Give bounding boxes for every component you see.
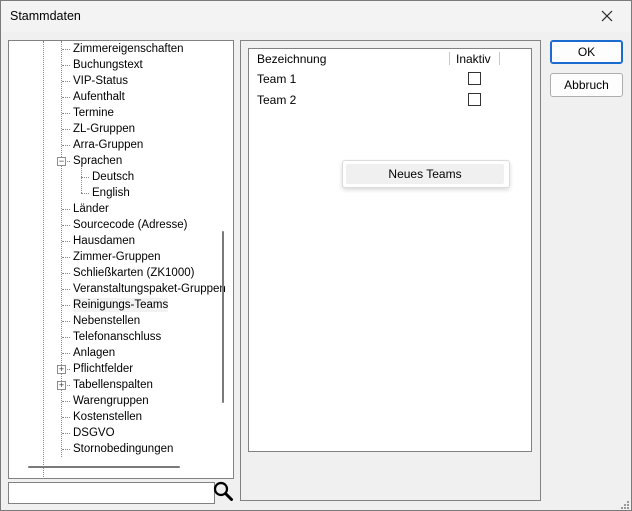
tree-item[interactable]: Länder bbox=[73, 202, 109, 216]
tree-connector-line bbox=[62, 273, 70, 274]
tree-item[interactable]: Deutsch bbox=[92, 170, 134, 184]
tree-item[interactable]: Zimmereigenschaften bbox=[73, 42, 184, 56]
tree-connector-line bbox=[62, 113, 70, 114]
tree-item[interactable]: Sourcecode (Adresse) bbox=[73, 218, 187, 232]
title-bar: Stammdaten bbox=[1, 1, 631, 32]
tree-item[interactable]: Kostenstellen bbox=[73, 410, 142, 424]
window-title: Stammdaten bbox=[10, 9, 81, 23]
tree-item[interactable]: Reinigungs-Teams bbox=[73, 298, 169, 312]
tree-connector-line bbox=[62, 209, 70, 210]
tree-item[interactable]: Sprachen bbox=[73, 154, 122, 168]
tree-connector-line bbox=[62, 241, 70, 242]
column-divider[interactable] bbox=[499, 52, 500, 65]
cancel-button[interactable]: Abbruch bbox=[550, 73, 623, 97]
tree-connector-line bbox=[62, 401, 70, 402]
tree-item[interactable]: Aufenthalt bbox=[73, 90, 125, 104]
tree-connector-line bbox=[62, 449, 70, 450]
search-icon bbox=[213, 481, 233, 501]
expand-icon[interactable]: + bbox=[57, 381, 66, 390]
tree-connector-line bbox=[62, 321, 70, 322]
teams-list[interactable]: Bezeichnung Inaktiv Team 1 Team 2 bbox=[248, 48, 532, 452]
search-button[interactable] bbox=[212, 480, 234, 502]
tree-item[interactable]: Tabellenspalten bbox=[73, 378, 153, 392]
tree-connector-line bbox=[43, 41, 44, 477]
tree-connector-line bbox=[81, 177, 89, 178]
tree-item[interactable]: Telefonanschluss bbox=[73, 330, 161, 344]
column-header-bezeichnung[interactable]: Bezeichnung bbox=[257, 49, 326, 69]
tree-view[interactable]: Zimmereigenschaften Buchungstext VIP-Statu… bbox=[8, 40, 234, 479]
tree-item[interactable]: English bbox=[92, 186, 130, 200]
tree-item[interactable]: Zimmer-Gruppen bbox=[73, 250, 161, 264]
tree-connector-line bbox=[62, 305, 70, 306]
tree-item[interactable]: Buchungstext bbox=[73, 58, 143, 72]
ok-button[interactable]: OK bbox=[550, 40, 623, 64]
tree-connector-line bbox=[61, 41, 62, 457]
tree-connector-line bbox=[62, 97, 70, 98]
tree-connector-line bbox=[62, 65, 70, 66]
tree-item[interactable]: Warengruppen bbox=[73, 394, 149, 408]
tree-connector-line bbox=[81, 193, 89, 194]
search-input[interactable] bbox=[8, 482, 215, 504]
tree-connector-line bbox=[62, 225, 70, 226]
tree-connector-line bbox=[62, 81, 70, 82]
tree-item[interactable]: Veranstaltungspaket-Gruppen bbox=[73, 282, 226, 296]
tree-item[interactable]: Pflichtfelder bbox=[73, 362, 133, 376]
tree-connector-line bbox=[62, 49, 70, 50]
tree-connector-line bbox=[62, 145, 70, 146]
close-icon bbox=[601, 10, 613, 22]
tree-connector-line bbox=[62, 337, 70, 338]
tree-item[interactable]: DSGVO bbox=[73, 426, 115, 440]
tree-connector-line bbox=[81, 166, 82, 193]
tree-connector-line bbox=[62, 257, 70, 258]
inaktiv-checkbox[interactable] bbox=[468, 93, 481, 106]
tree-item[interactable]: Nebenstellen bbox=[73, 314, 140, 328]
tree-item[interactable]: Hausdamen bbox=[73, 234, 135, 248]
tree-item[interactable]: Stornobedingungen bbox=[73, 442, 173, 456]
inaktiv-checkbox[interactable] bbox=[468, 72, 481, 85]
tree-item[interactable]: ZL-Gruppen bbox=[73, 122, 135, 136]
close-button[interactable] bbox=[587, 1, 631, 32]
tree-vertical-scrollbar[interactable] bbox=[222, 231, 224, 403]
resize-grip-icon[interactable] bbox=[620, 500, 630, 510]
tree-horizontal-scrollbar[interactable] bbox=[28, 466, 180, 468]
tree-item[interactable]: Arra-Gruppen bbox=[73, 138, 143, 152]
expand-icon[interactable]: + bbox=[57, 365, 66, 374]
tree-item[interactable]: VIP-Status bbox=[73, 74, 128, 88]
row-name[interactable]: Team 2 bbox=[257, 93, 296, 107]
row-name[interactable]: Team 1 bbox=[257, 72, 296, 86]
context-menu: Neues Teams bbox=[342, 160, 510, 188]
column-header-inaktiv[interactable]: Inaktiv bbox=[456, 49, 491, 69]
tree-item[interactable]: Schließkarten (ZK1000) bbox=[73, 266, 194, 280]
column-divider[interactable] bbox=[449, 52, 450, 65]
context-menu-item-new-team[interactable]: Neues Teams bbox=[346, 164, 504, 184]
tree-connector-line bbox=[62, 129, 70, 130]
tree-connector-line bbox=[62, 417, 70, 418]
tree-connector-line bbox=[62, 433, 70, 434]
tree-item[interactable]: Anlagen bbox=[73, 346, 115, 360]
tree-connector-line bbox=[62, 353, 70, 354]
collapse-icon[interactable]: − bbox=[57, 157, 66, 166]
tree-item[interactable]: Termine bbox=[73, 106, 114, 120]
tree-connector-line bbox=[62, 289, 70, 290]
